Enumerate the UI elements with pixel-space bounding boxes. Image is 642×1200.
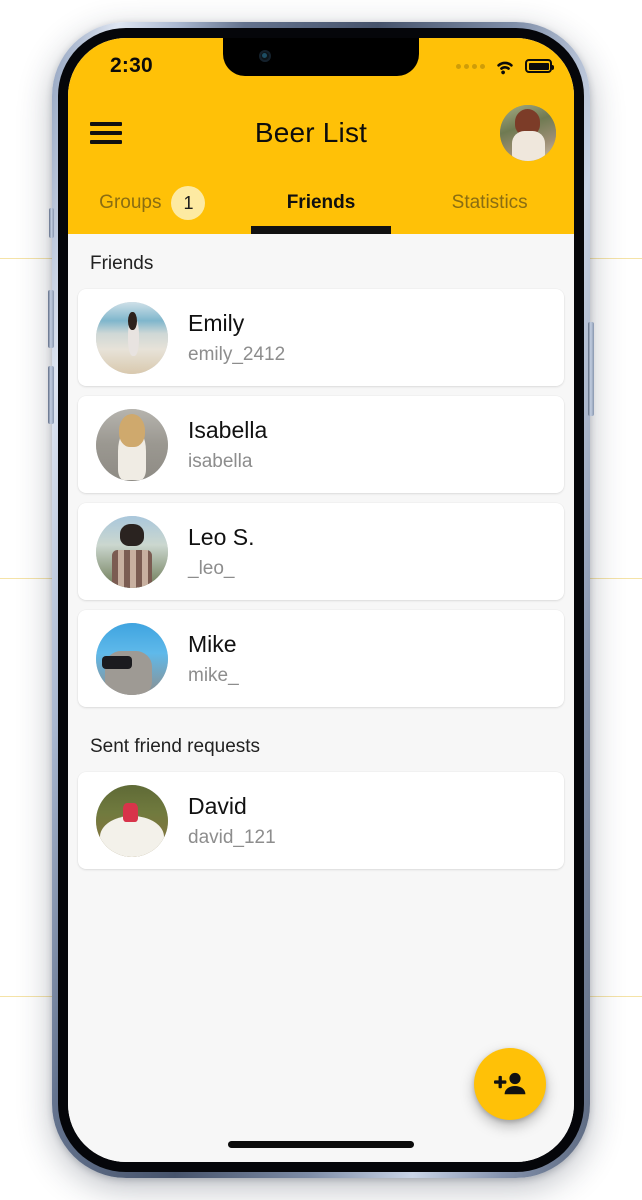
front-camera-icon bbox=[259, 50, 271, 62]
volume-down-button[interactable] bbox=[48, 366, 54, 424]
list-item[interactable]: David david_121 bbox=[78, 772, 564, 869]
power-button[interactable] bbox=[588, 322, 594, 416]
friend-username: david_121 bbox=[188, 826, 276, 848]
add-friend-button[interactable] bbox=[474, 1048, 546, 1120]
friend-name: Leo S. bbox=[188, 523, 255, 550]
avatar bbox=[96, 301, 168, 374]
friend-name: David bbox=[188, 792, 247, 819]
status-bar-clock: 2:30 bbox=[110, 54, 153, 77]
list-item[interactable]: Mike mike_ bbox=[78, 610, 564, 707]
friend-username: emily_2412 bbox=[188, 343, 286, 365]
wifi-icon bbox=[497, 61, 513, 75]
hamburger-menu-icon[interactable] bbox=[90, 117, 122, 149]
phone-bezel: 2:30 Beer List Groups 1 Friends Statisti… bbox=[58, 28, 584, 1172]
avatar bbox=[96, 622, 168, 695]
phone-screen: 2:30 Beer List Groups 1 Friends Statisti… bbox=[68, 38, 574, 1162]
tab-groups-badge: 1 bbox=[171, 186, 206, 220]
status-bar: 2:30 bbox=[68, 38, 574, 94]
silence-switch[interactable] bbox=[49, 208, 54, 238]
list-item[interactable]: Isabella isabella bbox=[78, 396, 564, 493]
tab-statistics-label: Statistics bbox=[451, 192, 528, 213]
friend-username: isabella bbox=[188, 450, 253, 472]
display-notch bbox=[223, 38, 419, 76]
friend-username: _leo_ bbox=[188, 557, 235, 579]
page-title: Beer List bbox=[254, 117, 368, 148]
section-header-sent-requests: Sent friend requests bbox=[90, 736, 261, 757]
phone-frame: 2:30 Beer List Groups 1 Friends Statisti… bbox=[48, 22, 594, 1178]
avatar bbox=[96, 515, 168, 588]
tab-friends[interactable]: Friends bbox=[237, 172, 406, 234]
friend-name: Isabella bbox=[188, 416, 268, 443]
volume-up-button[interactable] bbox=[48, 290, 54, 348]
avatar[interactable] bbox=[499, 105, 556, 161]
app-bar: Beer List bbox=[68, 94, 574, 172]
tab-statistics[interactable]: Statistics bbox=[405, 172, 574, 234]
list-item[interactable]: Emily emily_2412 bbox=[78, 289, 564, 386]
home-indicator bbox=[228, 1141, 414, 1148]
friend-name: Mike bbox=[188, 630, 237, 657]
battery-full-icon bbox=[525, 59, 554, 73]
list-item[interactable]: Leo S. _leo_ bbox=[78, 503, 564, 600]
tab-groups-label: Groups bbox=[99, 192, 162, 213]
avatar bbox=[96, 408, 168, 481]
person-add-icon bbox=[494, 1072, 526, 1095]
tab-bar: Groups 1 Friends Statistics bbox=[68, 172, 574, 234]
friends-content: Friends Emily emily_2412 Isabella isabel… bbox=[68, 234, 574, 1162]
tab-groups[interactable]: Groups 1 bbox=[68, 172, 237, 234]
tab-friends-label: Friends bbox=[286, 192, 356, 213]
friend-username: mike_ bbox=[188, 664, 239, 686]
signal-dots-icon bbox=[456, 63, 485, 69]
section-header-friends: Friends bbox=[90, 253, 154, 274]
avatar bbox=[96, 784, 168, 857]
friend-name: Emily bbox=[188, 309, 245, 336]
